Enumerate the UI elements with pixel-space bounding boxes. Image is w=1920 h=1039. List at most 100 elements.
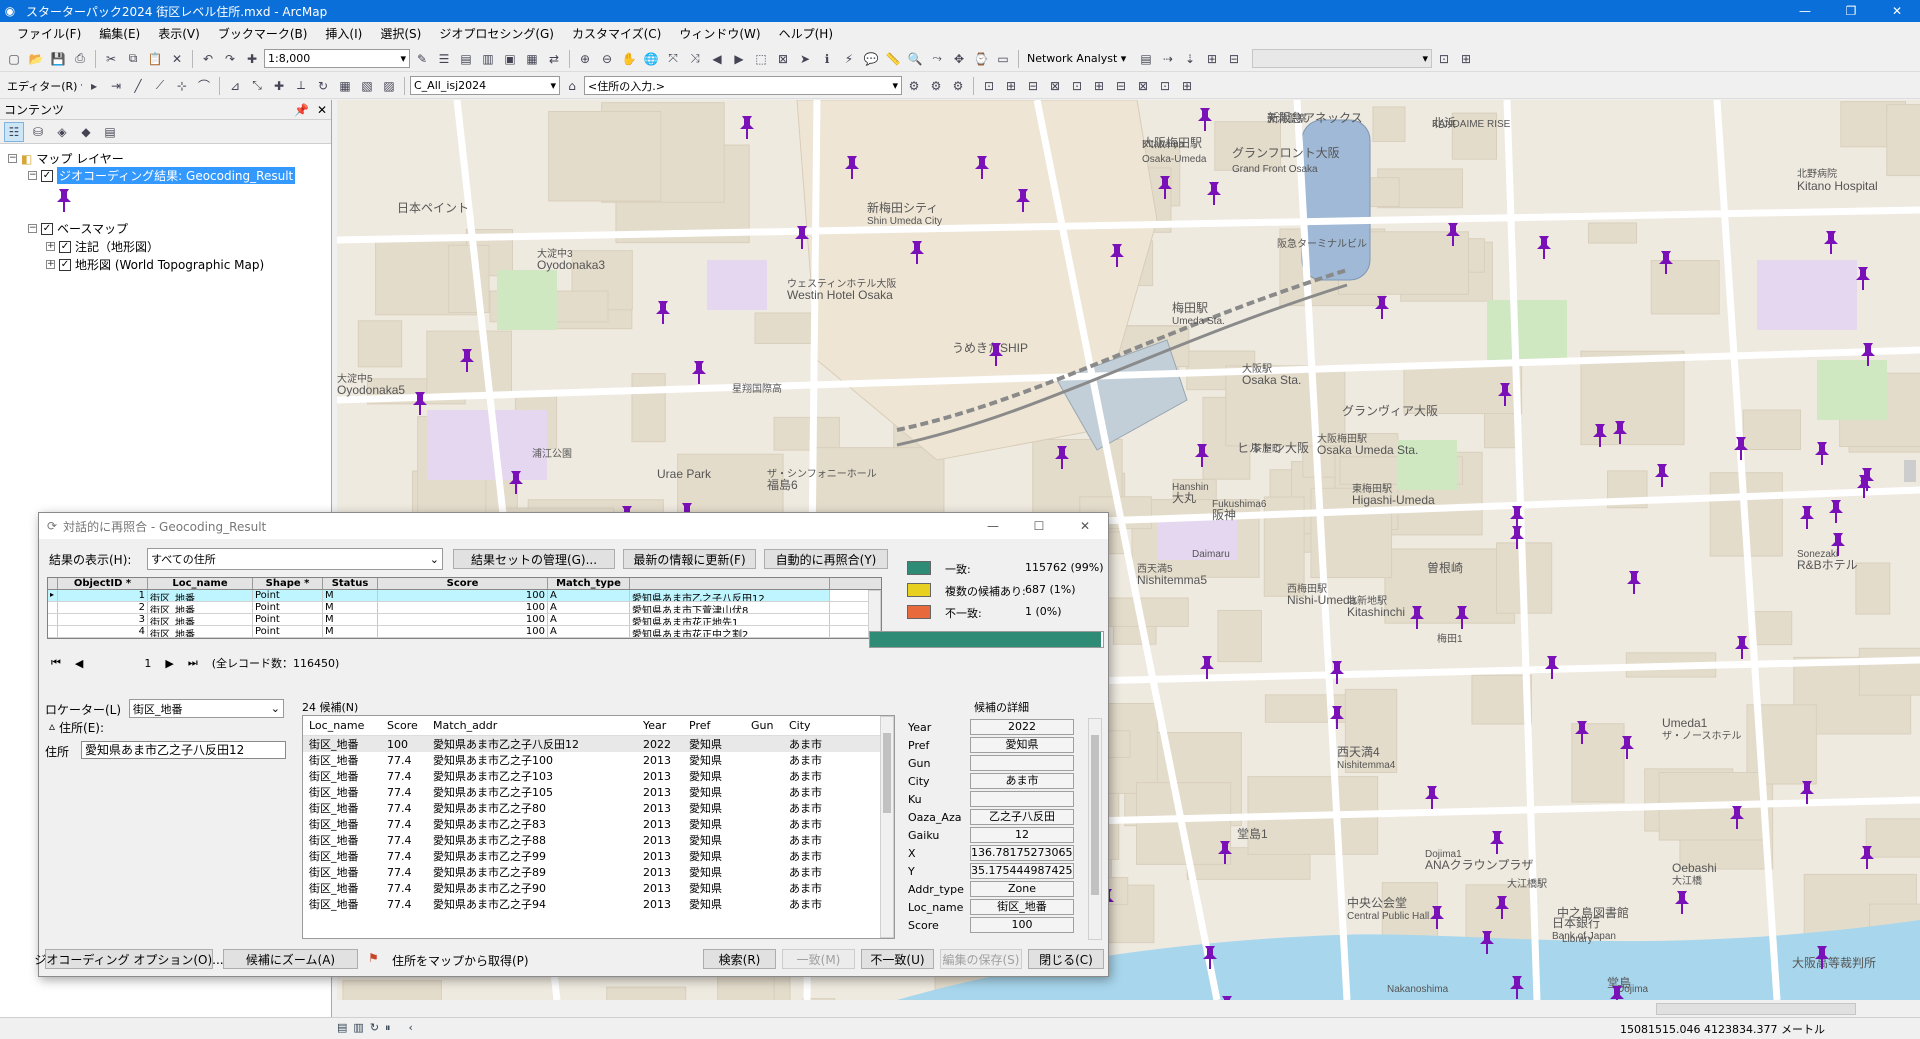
dialog-maximize-button[interactable]: ☐: [1016, 519, 1062, 533]
last-record-icon[interactable]: ⏭: [188, 656, 198, 670]
html-popup-icon[interactable]: 💬: [861, 49, 881, 69]
prev-record-icon[interactable]: ◀: [75, 657, 83, 670]
full-extent-icon[interactable]: 🌐: [641, 49, 661, 69]
address-input-combo[interactable]: <住所の入力.> ▾: [584, 76, 902, 95]
search-button[interactable]: 検索(R): [703, 949, 776, 969]
menu-customize[interactable]: カスタマイズ(C): [563, 25, 670, 42]
pick-address-from-map-button[interactable]: 住所をマップから取得(P): [392, 952, 529, 969]
cand-col-loc-name[interactable]: Loc_name: [303, 719, 381, 732]
pause-drawing-icon[interactable]: ⏸: [385, 1021, 391, 1035]
geocoding-address-icon[interactable]: ⌂: [562, 76, 582, 96]
dialog-minimize-button[interactable]: —: [970, 519, 1016, 533]
hyperlink-icon[interactable]: ⚡: [839, 49, 859, 69]
locator-select[interactable]: 街区_地番 ⌄: [129, 699, 284, 718]
toc-close-icon[interactable]: ✕: [317, 103, 327, 117]
candidate-row[interactable]: 街区_地番 77.4 愛知県あま市乙之子94 2013 愛知県 あま市: [303, 896, 894, 912]
zoom-in-icon[interactable]: ⊕: [575, 49, 595, 69]
expand-icon[interactable]: +: [46, 260, 55, 269]
toc-options-icon[interactable]: ▤: [100, 122, 120, 142]
results-table[interactable]: ObjectID * Loc_name Shape * Status Score…: [47, 577, 882, 639]
basemap-node[interactable]: − ✓ ベースマップ: [28, 220, 128, 237]
cand-col-match-addr[interactable]: Match_addr: [427, 719, 637, 732]
layout-view-icon[interactable]: ▥: [353, 1021, 363, 1035]
find-route-icon[interactable]: ⤳: [927, 49, 947, 69]
minimize-button[interactable]: —: [1782, 0, 1828, 22]
list-by-source-icon[interactable]: ⛁: [28, 122, 48, 142]
address-input[interactable]: 愛知県あま市乙之子八反田12: [81, 741, 286, 759]
new-document-icon[interactable]: ▢: [4, 49, 24, 69]
cand-col-year[interactable]: Year: [637, 719, 683, 732]
candidate-row[interactable]: 街区_地番 77.4 愛知県あま市乙之子103 2013 愛知県 あま市: [303, 768, 894, 784]
fixed-zoom-out-icon[interactable]: ⤨: [685, 49, 705, 69]
unmatch-button[interactable]: 不一致(U): [861, 949, 934, 969]
manage-result-sets-button[interactable]: 結果セットの管理(G)...: [453, 549, 615, 569]
pin-icon[interactable]: 📌: [294, 103, 309, 117]
identify-icon[interactable]: ℹ: [817, 49, 837, 69]
candidate-row[interactable]: 街区_地番 77.4 愛知県あま市乙之子105 2013 愛知県 あま市: [303, 784, 894, 800]
add-data-icon[interactable]: ✚: [242, 49, 262, 69]
back-extent-icon[interactable]: ◀: [707, 49, 727, 69]
first-record-icon[interactable]: ⏮: [51, 656, 61, 670]
menu-edit[interactable]: 編集(E): [90, 25, 149, 42]
data-view-icon[interactable]: ▤: [337, 1021, 347, 1035]
collapse-caret-icon[interactable]: ▵: [49, 719, 55, 736]
search-window-icon[interactable]: ▥: [478, 49, 498, 69]
collapse-icon[interactable]: −: [28, 171, 37, 180]
cand-col-city[interactable]: City: [783, 719, 853, 732]
current-record[interactable]: 1: [97, 657, 151, 670]
results-table-row[interactable]: 2 街区_地番 Point M 100 A 愛知県あま市下萱津山伏8: [48, 602, 881, 614]
menu-geoprocessing[interactable]: ジオプロセシング(G): [430, 25, 563, 42]
menu-insert[interactable]: 挿入(I): [316, 25, 371, 42]
zoom-to-candidate-button[interactable]: 候補にズーム(A): [223, 949, 358, 969]
paste-icon[interactable]: 📋: [145, 49, 165, 69]
cut-icon[interactable]: ✂: [101, 49, 121, 69]
map-layers-node[interactable]: − ◧ マップ レイヤー: [8, 150, 124, 167]
select-features-icon[interactable]: ⬚: [751, 49, 771, 69]
maximize-button[interactable]: ❐: [1828, 0, 1874, 22]
scroll-left-icon[interactable]: ‹: [409, 1021, 413, 1035]
candidate-row[interactable]: 街区_地番 77.4 愛知県あま市乙之子90 2013 愛知県 あま市: [303, 880, 894, 896]
candidate-row[interactable]: 街区_地番 100 愛知県あま市乙之子八反田12 2022 愛知県 あま市: [303, 736, 894, 752]
cand-col-gun[interactable]: Gun: [745, 719, 783, 732]
topo-visibility-checkbox[interactable]: ✓: [59, 258, 71, 271]
expand-icon[interactable]: +: [46, 242, 55, 251]
candidate-row[interactable]: 街区_地番 77.4 愛知県あま市乙之子100 2013 愛知県 あま市: [303, 752, 894, 768]
time-slider-icon[interactable]: ⌚: [971, 49, 991, 69]
results-table-row[interactable]: 4 街区_地番 Point M 100 A 愛知県あま市花正中之割2: [48, 626, 881, 638]
col-match-type[interactable]: Match_type: [548, 578, 630, 589]
row-selector-icon[interactable]: [48, 626, 58, 637]
details-scrollbar[interactable]: [1088, 718, 1102, 940]
candidate-row[interactable]: 街区_地番 77.4 愛知県あま市乙之子99 2013 愛知県 あま市: [303, 848, 894, 864]
geocode-addresses-icon[interactable]: ⚙: [904, 76, 924, 96]
map-vertical-scroll-thumb[interactable]: [1904, 460, 1916, 482]
col-score[interactable]: Score: [378, 578, 548, 589]
candidate-row[interactable]: 街区_地番 77.4 愛知県あま市乙之子89 2013 愛知県 あま市: [303, 864, 894, 880]
network-analyst-menu[interactable]: Network Analyst ▾: [1024, 49, 1134, 68]
select-elements-icon[interactable]: ➤: [795, 49, 815, 69]
col-objectid[interactable]: ObjectID *: [58, 578, 148, 589]
geocoding-layer-node[interactable]: − ✓ ジオコーディング結果: Geocoding_Result: [28, 167, 296, 184]
candidate-row[interactable]: 街区_地番 77.4 愛知県あま市乙之子80 2013 愛知県 あま市: [303, 800, 894, 816]
pick-address-icon[interactable]: ⚑: [368, 951, 379, 965]
refresh-button[interactable]: 最新の情報に更新(F): [623, 549, 756, 569]
redo-icon[interactable]: ↷: [220, 49, 240, 69]
auto-rematch-button[interactable]: 自動的に再照合(Y): [764, 549, 888, 569]
annotation-visibility-checkbox[interactable]: ✓: [59, 240, 71, 253]
pan-hand-icon[interactable]: ✋: [619, 49, 639, 69]
measure-icon[interactable]: 📏: [883, 49, 903, 69]
open-folder-icon[interactable]: 📂: [26, 49, 46, 69]
menu-help[interactable]: ヘルプ(H): [770, 25, 842, 42]
geocoding-layer-label[interactable]: ジオコーディング結果: Geocoding_Result: [57, 167, 296, 184]
collapse-icon[interactable]: −: [8, 154, 17, 163]
cand-col-pref[interactable]: Pref: [683, 719, 745, 732]
undo-icon[interactable]: ↶: [198, 49, 218, 69]
results-table-row[interactable]: 3 街区_地番 Point M 100 A 愛知県あま市花正地先1: [48, 614, 881, 626]
list-by-selection-icon[interactable]: ◆: [76, 122, 96, 142]
table-of-contents-icon[interactable]: ☰: [434, 49, 454, 69]
arctoolbox-icon[interactable]: ▣: [500, 49, 520, 69]
annotation-layer-node[interactable]: + ✓ 注記（地形図）: [46, 238, 159, 255]
network-analyst-window-icon[interactable]: ▤: [1136, 49, 1156, 69]
col-shape[interactable]: Shape *: [253, 578, 323, 589]
review-rematch-icon[interactable]: ⚙: [948, 76, 968, 96]
col-status[interactable]: Status: [323, 578, 378, 589]
